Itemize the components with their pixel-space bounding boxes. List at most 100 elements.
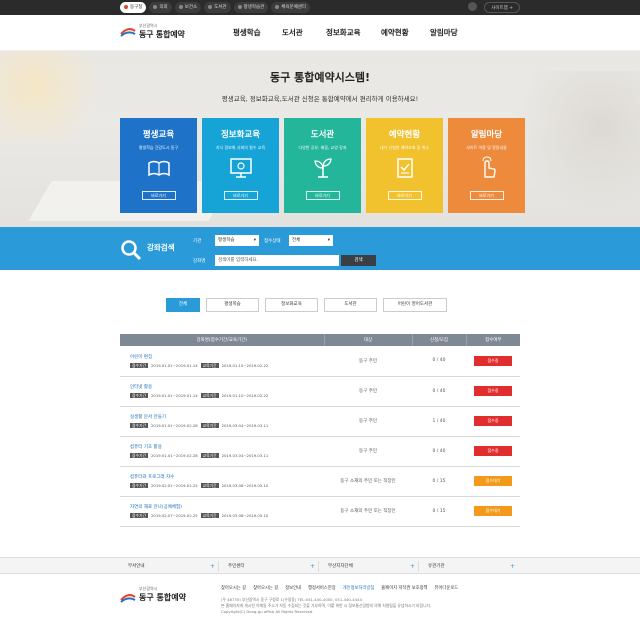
footer-link-charter[interactable]: 행정서비스헌장 — [308, 585, 336, 591]
status-badge[interactable]: 접수대기 — [474, 476, 512, 486]
site-link-health[interactable]: 보건소 — [174, 2, 202, 13]
plus-icon[interactable]: + — [210, 558, 215, 575]
footer-links: 찾아오시는 길 찾아오시는 길 정보안내 행정서비스헌장 개인정보처리방침 홈페… — [221, 585, 458, 591]
course-name-link[interactable]: 자연의 재료 만나(공예체험) — [130, 504, 324, 510]
card-lifelong[interactable]: 평생교육 평생학습 건강도시 동구 바로가기 — [120, 118, 197, 213]
status-badge[interactable]: 접수대기 — [474, 506, 512, 516]
footer-link-directions-2[interactable]: 찾아오시는 길 — [253, 585, 278, 591]
nav-library[interactable]: 도서관 — [282, 15, 326, 51]
edu-period-tag: 교육기간 — [200, 362, 219, 368]
tab-lifelong[interactable]: 평생학습 — [206, 298, 259, 312]
footer-section-community-centers[interactable]: 주민센터 — [228, 558, 245, 575]
nav-reservation-status[interactable]: 예약현황 — [381, 15, 430, 51]
hero-background-lamp — [510, 71, 640, 211]
tab-library[interactable]: 도서관 — [324, 298, 377, 312]
apply-period: 2019.01.01~2019.01.14 — [150, 362, 198, 368]
tab-kids-english-library[interactable]: 어린이 영어도서관 — [383, 298, 447, 312]
course-name-link[interactable]: 인터넷 활용 — [130, 384, 324, 390]
course-name-link[interactable]: 실생활 문서 만들기 — [130, 414, 324, 420]
status-select[interactable]: 전체 ▾ — [289, 235, 333, 246]
target-cell: 동구 주민 — [324, 436, 412, 467]
health-icon — [178, 4, 183, 9]
course-dates: 접수기간 2019.01.01~2019.02.28 교육기간 2019.03.04~… — [130, 423, 324, 428]
sports-icon — [275, 4, 280, 9]
footer-link-directions[interactable]: 찾아오시는 길 — [221, 585, 246, 591]
divider — [318, 561, 319, 572]
tab-it-education[interactable]: 정보화교육 — [265, 298, 318, 312]
footer-logo: 부산광역시 동구 통합예약 — [120, 586, 186, 603]
course-dates: 접수기간 2019.02.01~2019.02.25 교육기간 2019.03.08~… — [130, 483, 324, 488]
footer-link-copyright-policy[interactable]: 홈페이지 저작권 보호정책 — [381, 585, 427, 591]
category-tabs: 전체 평생학습 정보화교육 도서관 어린이 영어도서관 — [166, 298, 447, 312]
apply-period-tag: 접수기간 — [130, 393, 148, 398]
footer-section-busan-local-govt[interactable]: 부산지자단체 — [328, 558, 353, 575]
search-icon — [121, 240, 142, 261]
card-it-education-go-button[interactable]: 바로가기 — [223, 191, 258, 200]
course-name-link[interactable]: 컴퓨터와 프로그래 자수 — [130, 474, 324, 480]
card-reservation-go-button[interactable]: 바로가기 — [387, 191, 422, 200]
site-link-sports[interactable]: 체육문예센터 — [271, 2, 311, 13]
course-name-link[interactable]: 컴퓨터 기초 활용 — [130, 444, 324, 450]
status-badge[interactable]: 접수중 — [474, 386, 512, 396]
monitor-icon — [229, 158, 252, 178]
card-library[interactable]: 도서관 다양한 공유, 배움, 교양 강좌 바로가기 — [284, 118, 361, 213]
nav-it-education[interactable]: 정보화교육 — [326, 15, 381, 51]
status-badge[interactable]: 접수중 — [474, 446, 512, 456]
edu-period-tag: 교육기간 — [200, 393, 219, 398]
count-cell: 1 / 40 — [412, 406, 466, 437]
footer-link-privacy[interactable]: 개인정보처리방침 — [343, 585, 375, 591]
course-cell: 인터넷 활용 접수기간 2019.01.01~2019.01.14 교육기간 2019.… — [120, 376, 324, 407]
card-notice-go-button[interactable]: 바로가기 — [469, 191, 504, 200]
council-icon — [153, 4, 158, 9]
plus-icon[interactable]: + — [510, 558, 515, 575]
card-library-go-button[interactable]: 바로가기 — [305, 191, 340, 200]
footer-link-info[interactable]: 정보안내 — [285, 585, 301, 591]
site-logo[interactable]: 부산광역시 동구 통합예약 — [120, 23, 185, 40]
globe-icon[interactable] — [468, 2, 477, 11]
table-row: 실생활 문서 만들기접수기간 2019.01.01~2019.02.28 교육기간 2… — [120, 406, 520, 437]
col-target: 대상 — [324, 334, 413, 346]
hero-banner: 동구 통합예약시스템! 평생교육, 정보화교육,도서관 신청은 통합예약에서 편… — [0, 51, 640, 227]
chevron-down-icon: ▾ — [253, 238, 256, 243]
sitemap-button[interactable]: 사이트맵 + — [484, 2, 520, 13]
status-cell: 접수중 — [466, 346, 520, 377]
table-row: 인터넷 활용 접수기간 2019.01.01~2019.01.14 교육기간 2019.… — [120, 376, 520, 407]
search-input[interactable]: 검색어를 입력하세요. — [215, 255, 339, 266]
card-reservation[interactable]: 예약현황 내가 신청한 예약조회 및 취소 바로가기 — [366, 118, 443, 213]
plus-icon[interactable]: + — [310, 558, 315, 575]
card-notice[interactable]: 알림마당 사이트 이용 및 알림내용 바로가기 — [448, 118, 525, 213]
course-table: 강좌명(접수기간/교육기간) 대상 신청/모집 접수여부 어린이 편집 접수기간 2… — [120, 334, 520, 527]
target-cell: 동구 주민 — [324, 406, 412, 437]
course-name-link[interactable]: 어린이 편집 — [130, 354, 324, 360]
service-cards: 평생교육 평생학습 건강도시 동구 바로가기 정보화교육 지식 정보화 사회의 … — [120, 118, 525, 213]
card-lifelong-go-button[interactable]: 바로가기 — [141, 191, 176, 200]
status-badge[interactable]: 접수중 — [474, 355, 512, 366]
apply-period-tag: 접수기간 — [130, 483, 148, 488]
status-badge[interactable]: 접수중 — [474, 416, 512, 426]
table-row: 어린이 편집접수기간 2019.01.01~2019.01.14 교육기간 2019.… — [120, 346, 520, 377]
search-title: 강좌검색 — [147, 243, 175, 252]
plus-icon[interactable]: + — [410, 558, 415, 575]
search-button[interactable]: 검색 — [341, 255, 376, 266]
site-link-library[interactable]: 도서관 — [204, 2, 231, 13]
course-name-label: 강좌명 — [193, 259, 206, 264]
card-it-education[interactable]: 정보화교육 지식 정보화 사회의 필수 교육 바로가기 — [202, 118, 279, 213]
footer-section-related-orgs[interactable]: 유관기관 — [428, 558, 445, 575]
apply-period: 2019.02.07~2019.02.25 — [150, 513, 198, 518]
tab-all[interactable]: 전체 — [166, 298, 200, 312]
apply-period-tag: 접수기간 — [130, 423, 148, 428]
apply-period-tag: 접수기간 — [130, 513, 148, 518]
apply-period-tag: 접수기간 — [130, 362, 148, 368]
table-row: 컴퓨터와 프로그래 자수접수기간 2019.02.01~2019.02.25 교육기… — [120, 466, 520, 497]
footer-section-departments[interactable]: 부서안내 — [128, 558, 145, 575]
footer-link-viewer-download[interactable]: 뷰어다운로드 — [435, 585, 459, 591]
site-link-council[interactable]: 의회 — [149, 2, 172, 13]
nav-lifelong[interactable]: 평생학습 — [233, 15, 282, 51]
edu-period: 2019.01.15~2019.02.22 — [221, 362, 269, 368]
apply-period: 2019.02.01~2019.02.25 — [150, 483, 198, 488]
org-select[interactable]: 평생학습 ▾ — [215, 235, 259, 246]
status-cell: 접수중 — [466, 436, 520, 467]
site-link-donggu[interactable]: 동구청 — [120, 2, 147, 13]
site-link-learning[interactable]: 평생학습관 — [233, 2, 269, 13]
nav-notice[interactable]: 알림마당 — [430, 15, 458, 51]
